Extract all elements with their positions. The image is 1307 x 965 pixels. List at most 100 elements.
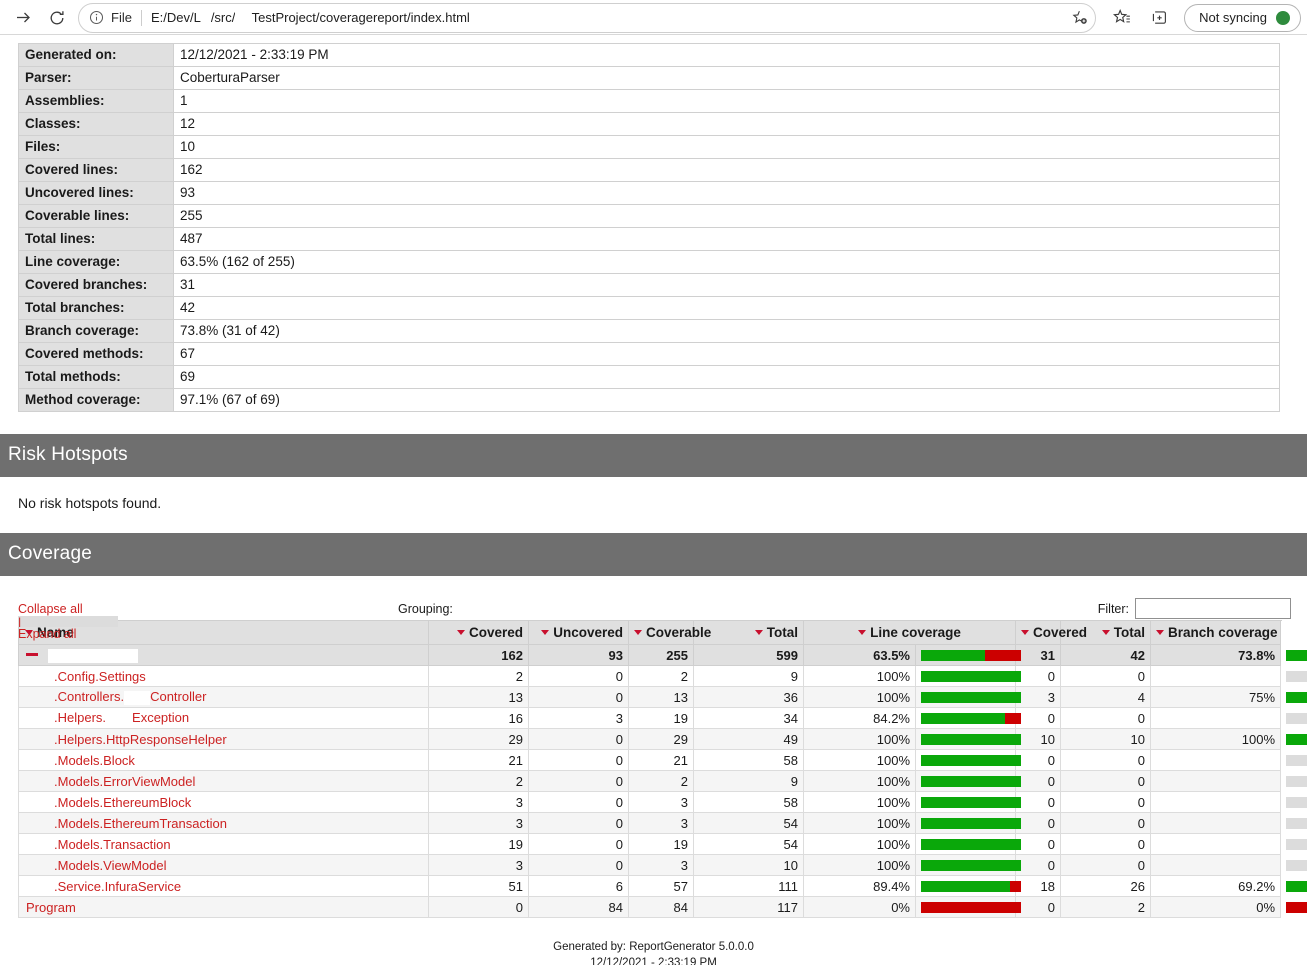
assembly-line-pct: 63.5% bbox=[803, 644, 916, 666]
row-name-cell[interactable]: .Config.Settings bbox=[18, 665, 429, 687]
assembly-name-cell[interactable] bbox=[18, 644, 429, 666]
row-name-cell[interactable]: Program bbox=[18, 896, 429, 918]
sort-arrow-icon[interactable] bbox=[25, 629, 33, 635]
forward-arrow-icon[interactable] bbox=[6, 3, 40, 33]
row-name-cell[interactable]: .Service.InfuraService bbox=[18, 875, 429, 897]
table-row[interactable]: .Models.EthereumTransaction 3 0 3 54 100% 0 0 bbox=[18, 812, 1307, 834]
row-uncovered: 0 bbox=[528, 812, 629, 834]
class-link[interactable]: .Models.ErrorViewModel bbox=[24, 774, 195, 789]
table-row[interactable]: .Helpers.HttpResponseHelper 29 0 29 49 100% 10… bbox=[18, 728, 1307, 750]
row-coverable: 29 bbox=[628, 728, 694, 750]
page-footer: Generated by: ReportGenerator 5.0.0.0 12… bbox=[0, 918, 1307, 965]
row-uncovered: 0 bbox=[528, 665, 629, 687]
row-coverable: 13 bbox=[628, 686, 694, 708]
branch-coverage-bar bbox=[1286, 880, 1307, 892]
row-name-cell[interactable]: .Models.ErrorViewModel bbox=[18, 770, 429, 792]
col-header-uncovered[interactable]: Uncovered bbox=[528, 620, 629, 645]
row-name-cell[interactable]: .Models.Transaction bbox=[18, 833, 429, 855]
sync-status-button[interactable]: Not syncing bbox=[1184, 3, 1301, 32]
collapse-all-link[interactable]: Collapse all bbox=[18, 602, 83, 616]
row-coverable: 19 bbox=[628, 707, 694, 729]
sort-arrow-icon[interactable] bbox=[1156, 629, 1165, 635]
assembly-summary-row: 162 93 255 599 63.5% 31 42 73.8% bbox=[18, 644, 1307, 666]
class-name-label: .Models.EthereumBlock bbox=[54, 794, 192, 810]
summary-table: Generated on: 12/12/2021 - 2:33:19 PM Pars… bbox=[18, 43, 1280, 412]
table-row[interactable]: .Models.Transaction 19 0 19 54 100% 0 0 bbox=[18, 833, 1307, 855]
row-total: 34 bbox=[693, 707, 804, 729]
row-line-pct: 0% bbox=[803, 896, 916, 918]
class-link[interactable]: .Models.EthereumTransaction bbox=[24, 816, 227, 831]
row-coverable: 2 bbox=[628, 665, 694, 687]
summary-section: Generated on: 12/12/2021 - 2:33:19 PM Pars… bbox=[0, 35, 1307, 412]
sort-arrow-icon[interactable] bbox=[1101, 629, 1110, 635]
col-header-branch-coverage[interactable]: Branch coverage bbox=[1150, 620, 1282, 645]
line-coverage-bar bbox=[921, 670, 1021, 682]
class-link[interactable]: .Controllers. Controller bbox=[24, 689, 206, 705]
class-link[interactable]: .Service.InfuraService bbox=[24, 879, 181, 894]
row-name-cell[interactable]: .Helpers.HttpResponseHelper bbox=[18, 728, 429, 750]
table-row[interactable]: .Models.ViewModel 3 0 3 10 100% 0 0 bbox=[18, 854, 1307, 876]
table-row[interactable]: .Helpers. Exception 16 3 19 34 84.2% 0 0 bbox=[18, 707, 1307, 729]
table-row[interactable]: .Config.Settings 2 0 2 9 100% 0 0 bbox=[18, 665, 1307, 687]
row-name-cell[interactable]: .Models.EthereumBlock bbox=[18, 791, 429, 813]
row-name-cell[interactable]: .Models.Block bbox=[18, 749, 429, 771]
table-row[interactable]: .Models.ErrorViewModel 2 0 2 9 100% 0 0 bbox=[18, 770, 1307, 792]
col-header-coverable-label: Coverable bbox=[646, 625, 712, 640]
class-link[interactable]: .Models.Transaction bbox=[24, 837, 171, 852]
class-link[interactable]: Program bbox=[24, 900, 76, 915]
info-circle-icon[interactable] bbox=[89, 10, 104, 25]
table-row[interactable]: .Models.EthereumBlock 3 0 3 58 100% 0 0 bbox=[18, 791, 1307, 813]
class-name-label: .Models.Transaction bbox=[54, 836, 171, 852]
assembly-branch-total: 42 bbox=[1060, 644, 1152, 666]
sort-arrow-icon[interactable] bbox=[1021, 629, 1030, 635]
col-header-coverable[interactable]: Coverable bbox=[628, 620, 711, 645]
collections-icon[interactable] bbox=[1140, 3, 1178, 33]
table-row[interactable]: .Service.InfuraService 51 6 57 111 89.4% 18 26 6… bbox=[18, 875, 1307, 897]
row-total: 54 bbox=[693, 812, 804, 834]
row-name-cell[interactable]: .Models.EthereumTransaction bbox=[18, 812, 429, 834]
row-name-cell[interactable]: .Controllers. Controller bbox=[18, 686, 429, 708]
class-link[interactable]: .Helpers.HttpResponseHelper bbox=[24, 732, 227, 747]
row-line-bar-cell bbox=[914, 812, 1021, 834]
address-bar[interactable]: File E:/Dev/L /src/ TestProject/coverage… bbox=[78, 2, 1097, 33]
col-header-covered[interactable]: Covered bbox=[428, 620, 529, 645]
row-uncovered: 84 bbox=[528, 896, 629, 918]
row-branch-total: 0 bbox=[1060, 791, 1152, 813]
favorites-star-list-icon[interactable] bbox=[1102, 3, 1140, 33]
class-link[interactable]: .Models.EthereumBlock bbox=[24, 795, 191, 810]
branch-coverage-bar bbox=[1286, 775, 1307, 787]
col-header-branch-covered[interactable]: Covered bbox=[1015, 620, 1087, 645]
class-name-part: Controller bbox=[150, 689, 207, 705]
reload-icon[interactable] bbox=[40, 3, 74, 33]
line-coverage-bar bbox=[921, 796, 1021, 808]
summary-row: Total lines: 487 bbox=[18, 227, 1280, 251]
row-branch-pct: 75% bbox=[1150, 686, 1282, 708]
add-favorite-star-icon[interactable] bbox=[1063, 9, 1089, 27]
filter-input[interactable] bbox=[1135, 598, 1291, 619]
table-row[interactable]: .Controllers. Controller 13 0 13 36 100% 3 4 75% bbox=[18, 686, 1307, 708]
class-link[interactable]: .Helpers. Exception bbox=[24, 710, 189, 726]
row-branch-pct: 0% bbox=[1150, 896, 1282, 918]
sort-arrow-icon[interactable] bbox=[754, 629, 763, 635]
address-bar-url[interactable]: E:/Dev/L /src/ TestProject/coveragerepor… bbox=[151, 10, 1063, 25]
class-link[interactable]: .Config.Settings bbox=[24, 669, 146, 684]
row-name-cell[interactable]: .Helpers. Exception bbox=[18, 707, 429, 729]
table-row[interactable]: Program 0 84 84 117 0% 0 2 0% bbox=[18, 896, 1307, 918]
sort-arrow-icon[interactable] bbox=[634, 629, 642, 635]
class-name-label: .Models.Block bbox=[54, 752, 135, 768]
class-link[interactable]: .Models.Block bbox=[24, 753, 135, 768]
sort-arrow-icon[interactable] bbox=[858, 629, 867, 635]
class-name-label: .Models.EthereumTransaction bbox=[54, 815, 227, 831]
sort-arrow-icon[interactable] bbox=[456, 629, 465, 635]
filter-control: Filter: bbox=[1098, 598, 1291, 619]
col-header-branch-coverage-label: Branch coverage bbox=[1168, 625, 1278, 640]
class-name-label: Program bbox=[26, 899, 76, 915]
class-link[interactable]: .Models.ViewModel bbox=[24, 858, 166, 873]
table-row[interactable]: .Models.Block 21 0 21 58 100% 0 0 bbox=[18, 749, 1307, 771]
row-name-cell[interactable]: .Models.ViewModel bbox=[18, 854, 429, 876]
collapse-toggle-icon[interactable] bbox=[26, 652, 38, 656]
row-branch-pct bbox=[1150, 665, 1282, 687]
sort-arrow-icon[interactable] bbox=[541, 629, 550, 635]
col-header-line-coverage[interactable]: Line coverage bbox=[802, 620, 1017, 645]
row-branch-covered: 18 bbox=[1015, 875, 1062, 897]
